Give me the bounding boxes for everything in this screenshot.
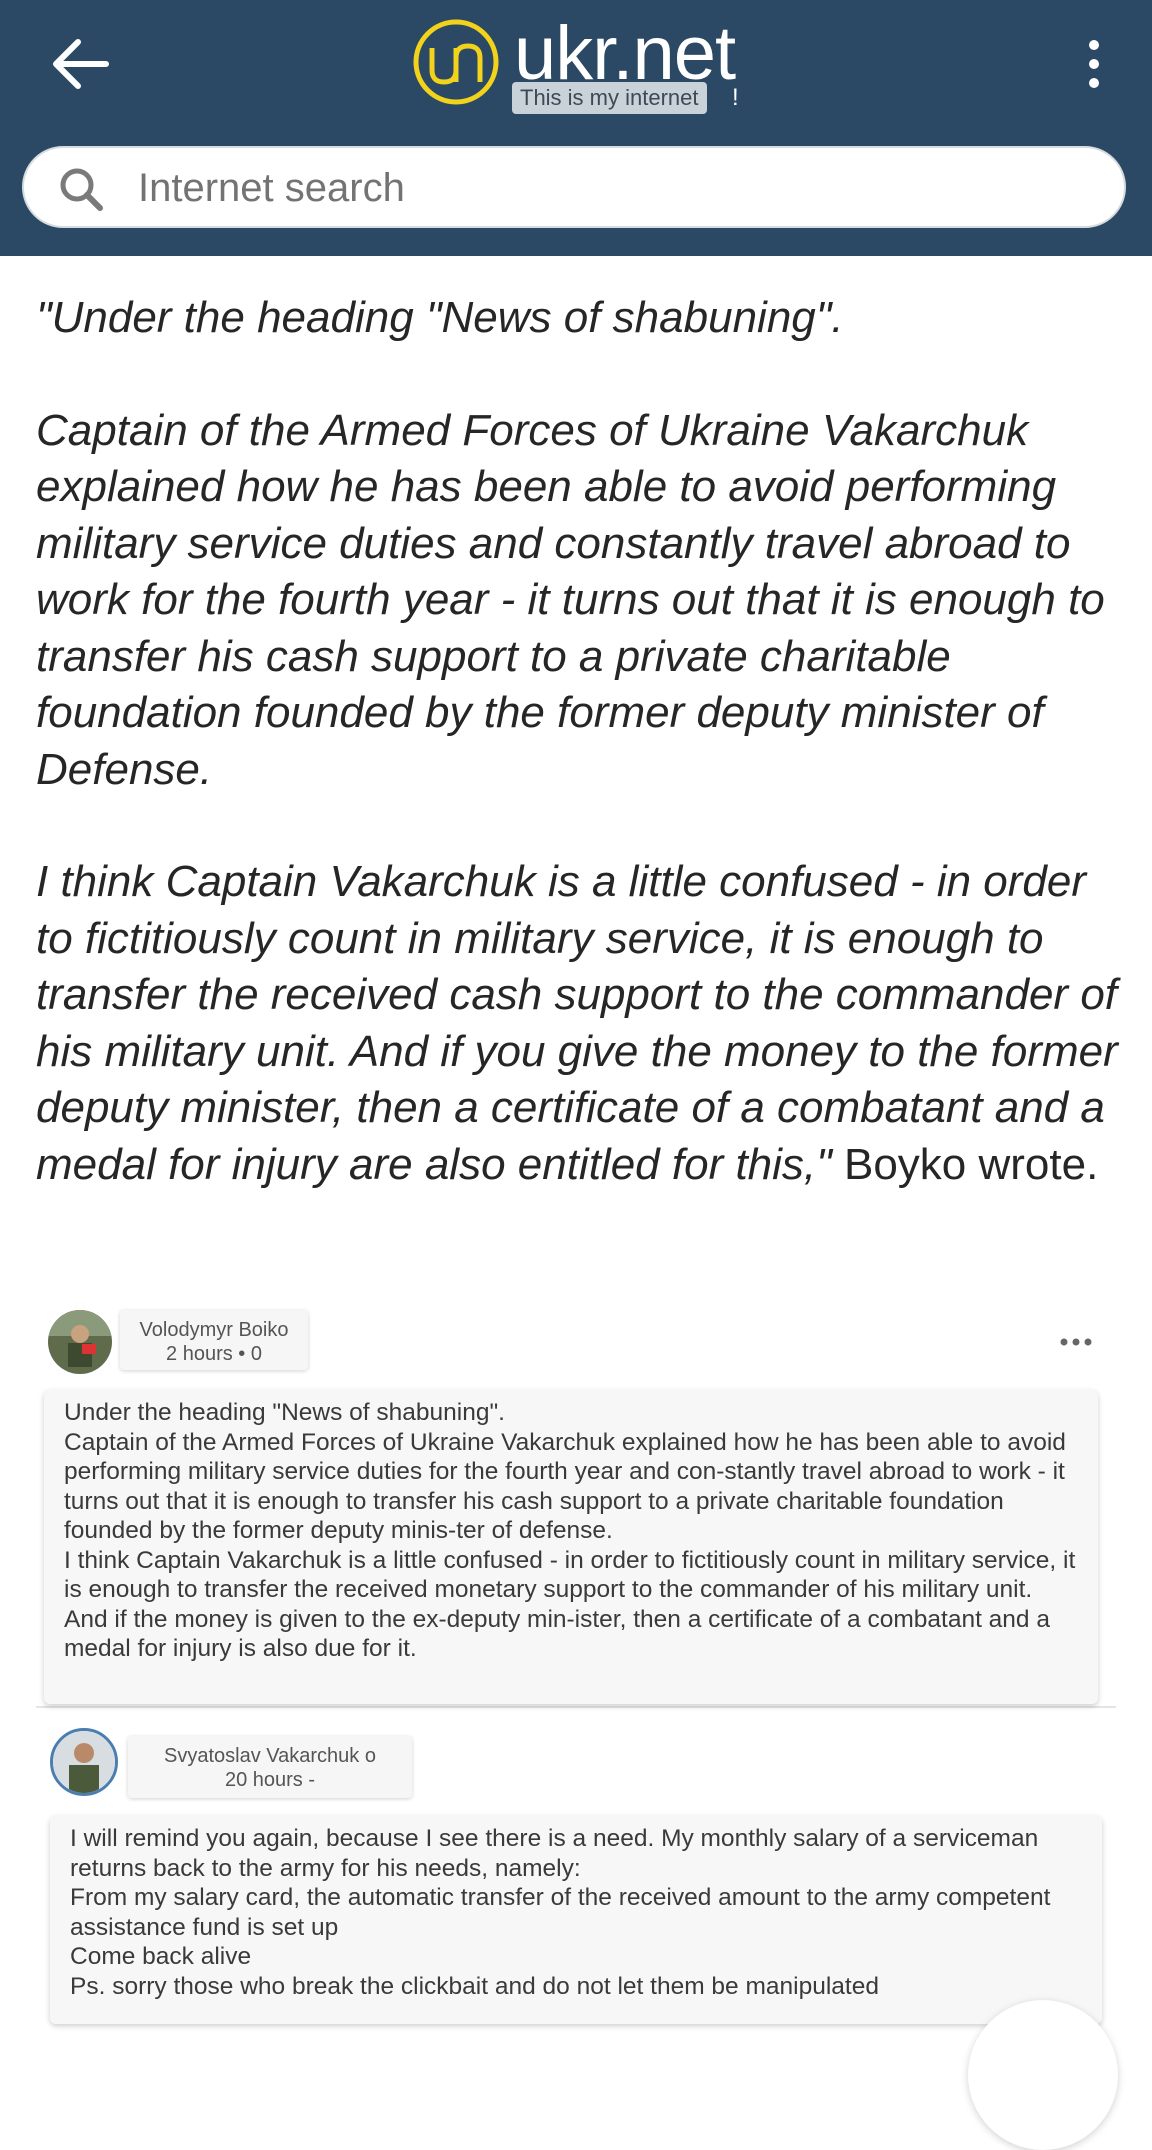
post-meta: Svyatoslav Vakarchuk o 20 hours - — [128, 1736, 412, 1798]
post-meta: Volodymyr Boiko 2 hours • 0 — [120, 1310, 308, 1370]
embedded-post: Svyatoslav Vakarchuk o 20 hours - I will… — [36, 1718, 1116, 2028]
article-paragraph: I think Captain Vakarchuk is a little co… — [36, 857, 1118, 1189]
logo-mark-icon — [413, 19, 499, 105]
floating-action-button[interactable] — [968, 2000, 1118, 2150]
post-time: 2 hours • 0 — [166, 1343, 262, 1365]
app-header: ukr.net This is my internet ! — [0, 0, 1152, 256]
back-button[interactable] — [44, 28, 116, 100]
article-paragraph: Captain of the Armed Forces of Ukraine V… — [36, 405, 1105, 794]
article-attribution: Boyko wrote. — [831, 1139, 1099, 1189]
article-paragraph: "Under the heading "News of shabuning". — [36, 293, 844, 342]
more-vertical-icon — [1089, 40, 1099, 88]
post-text: I will remind you again, because I see t… — [50, 1816, 1102, 2024]
search-input[interactable] — [136, 148, 1100, 228]
more-horizontal-icon[interactable] — [1056, 1332, 1096, 1352]
post-time: 20 hours - — [224, 1769, 316, 1791]
avatar-photo — [53, 1731, 115, 1793]
search-bar[interactable] — [22, 146, 1126, 228]
embedded-post: Volodymyr Boiko 2 hours • 0 Under the he… — [36, 1300, 1116, 1708]
overflow-menu-button[interactable] — [1070, 28, 1118, 100]
search-icon — [60, 168, 103, 211]
avatar[interactable] — [50, 1728, 118, 1796]
article-body: "Under the heading "News of shabuning". … — [36, 290, 1126, 1249]
logo-tagline: This is my internet — [512, 82, 707, 114]
post-author[interactable]: Volodymyr Boiko — [132, 1318, 296, 1342]
post-author[interactable]: Svyatoslav Vakarchuk o — [140, 1744, 400, 1768]
logo-tagline-suffix: ! — [732, 84, 739, 111]
ukr-net-logo[interactable]: ukr.net This is my internet ! — [412, 11, 752, 120]
post-text: Under the heading "News of shabuning". C… — [44, 1390, 1098, 1704]
avatar-photo — [48, 1310, 112, 1374]
avatar[interactable] — [48, 1310, 112, 1374]
arrow-left-icon — [53, 39, 109, 89]
